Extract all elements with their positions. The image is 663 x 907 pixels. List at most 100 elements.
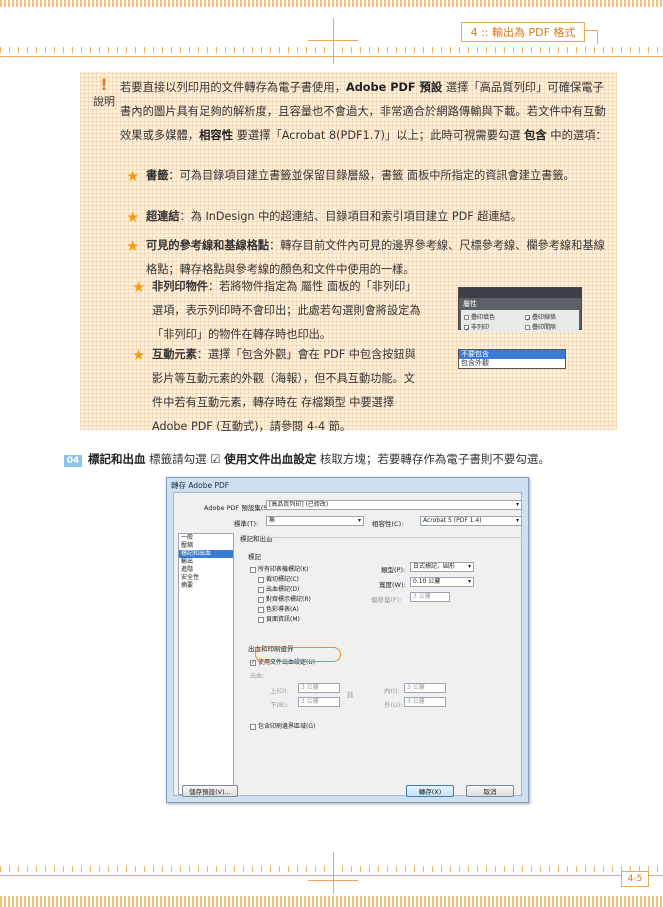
bleed-top-input[interactable]: 3 公釐 (298, 683, 340, 693)
step-instruction: 標記和出血 標籤請勾選 ☑ 使用文件出血設定 核取方塊；若要轉存作為電子書則不要… (88, 451, 550, 467)
offset-label: 偏移量(F): (371, 596, 402, 604)
bleed-label: 出血: (250, 673, 265, 680)
attr-option: ✓非列印 (464, 324, 490, 333)
dropdown-item: 包含外觀 (461, 359, 489, 367)
category-item[interactable]: 輸出 (179, 558, 233, 566)
category-item[interactable]: 摘要 (179, 582, 233, 590)
dropdown-arrow-icon: ▾ (515, 517, 519, 524)
offset-input[interactable]: 3 公釐 (410, 592, 450, 602)
text-run: 中的選項： (546, 129, 607, 142)
attributes-panel-image: 屬性 疊印填色 ✓疊印線條 ✓非列印 疊印間隙 (458, 287, 582, 333)
category-item-selected[interactable]: 標記和出血 (179, 550, 233, 558)
link-icon[interactable]: ⛓ (346, 691, 354, 699)
export-pdf-dialog: 轉存 Adobe PDF Adobe PDF 預設集(S): [高品質列印] (… (166, 477, 529, 803)
preset-label: Adobe PDF 預設集(S): (204, 504, 273, 512)
weight-label: 寬度(W): (379, 581, 406, 589)
dialog-body: Adobe PDF 預設集(S): [高品質列印] (已修改) ▾ 標準(T): … (173, 492, 522, 797)
bullet-title: 非列印物件 (152, 280, 208, 293)
slug-checkbox[interactable]: 包含印刷邊界區域(G) (250, 721, 315, 730)
export-button[interactable]: 轉存(X) (406, 785, 454, 797)
note-icon: ! 說明 (90, 77, 118, 109)
standard-select[interactable]: 無 ▾ (266, 516, 364, 526)
chapter-tab: 4 :: 輸出為 PDF 格式 (461, 22, 585, 42)
ruler-crosshair (308, 40, 358, 41)
bullet-title: 互動元素 (152, 348, 197, 361)
divider (266, 537, 522, 538)
registration-marks-checkbox[interactable]: 對齊標示標記(R) (258, 594, 311, 603)
star-icon: ★ (126, 237, 140, 255)
page-number: 4-5 (621, 871, 649, 887)
marks-title: 標記 (248, 553, 261, 561)
crop-marks-checkbox[interactable]: 裁切標記(C) (258, 574, 299, 583)
bleed-bottom-input[interactable]: 3 公釐 (298, 697, 340, 707)
bullet-title: 書籤 (146, 169, 169, 182)
note-intro-paragraph: 若要直接以列印用的文件轉存為電子書使用，Adobe PDF 預設 選擇「高品質列… (120, 76, 612, 148)
bold-term: 使用文件出血設定 (224, 452, 317, 466)
weight-select[interactable]: 0.10 公釐 ▾ (410, 577, 474, 587)
page-number-text: 4-5 (627, 874, 643, 884)
dropdown-item: 不要包含 (459, 350, 565, 359)
header-corner-mark (584, 30, 598, 44)
note-label: 說明 (93, 95, 115, 108)
bold-term: Adobe PDF 預設 (345, 81, 443, 94)
category-item[interactable]: 壓縮 (179, 542, 233, 550)
bold-term: 標記和出血 (88, 452, 146, 466)
dropdown-arrow-icon: ▾ (467, 563, 471, 570)
bullet-interactive: ★ 互動元素：選擇「包含外觀」會在 PDF 中包含按鈕與影片等互動元素的外觀（海… (132, 343, 422, 439)
bullet-non-printing: ★ 非列印物件：若將物件指定為 屬性 面板的「非列印」選項，表示列印時不會印出；… (132, 275, 422, 347)
bullet-text: ：為 InDesign 中的超連結、目錄項目和索引項目建立 PDF 超連結。 (179, 210, 522, 223)
star-icon: ★ (126, 167, 140, 185)
star-icon: ★ (132, 278, 146, 296)
panel-titlebar (459, 288, 581, 298)
bottom-label: 下(B): (270, 701, 289, 709)
bottom-edge-stripe (0, 896, 663, 907)
save-preset-button[interactable]: 儲存預設(V)... (182, 785, 238, 797)
text-run: 核取方塊；若要轉存作為電子書則不要勾選。 (316, 452, 550, 466)
attr-option: ✓疊印線條 (525, 314, 557, 323)
category-item[interactable]: 進階 (179, 566, 233, 574)
dropdown-arrow-icon: ▾ (515, 501, 519, 508)
attributes-tab: 屬性 (463, 300, 477, 308)
category-list: 一般 壓縮 標記和出血 輸出 進階 安全性 摘要 (178, 533, 234, 795)
all-marks-checkbox[interactable]: 所有印表機標記(K) (250, 564, 309, 573)
chapter-title: 4 :: 輸出為 PDF 格式 (470, 26, 576, 39)
ruler-crosshair (333, 18, 334, 64)
use-bleed-highlight (255, 647, 341, 662)
text-run: 要選擇「Acrobat 8(PDF1.7)」以上；此時可視需要勾選 (233, 129, 525, 142)
standard-label: 標準(T): (234, 520, 259, 528)
preset-select[interactable]: [高品質列印] (已修改) ▾ (266, 500, 522, 510)
ruler-crosshair (308, 880, 358, 881)
bullet-hyperlinks: ★ 超連結：為 InDesign 中的超連結、目錄項目和索引項目建立 PDF 超… (126, 205, 612, 229)
dialog-title: 轉存 Adobe PDF (171, 481, 230, 490)
dropdown-arrow-icon: ▾ (357, 517, 361, 524)
cancel-button[interactable]: 取消 (466, 785, 514, 797)
star-icon: ★ (132, 346, 146, 364)
bullet-bookmarks: ★ 書籤：可為目錄項目建立書籤並保留目錄層級，書籤 面板中所指定的資訊會建立書籤… (126, 164, 612, 188)
top-edge-stripe (0, 0, 663, 7)
bold-term: 相容性 (199, 129, 233, 142)
inside-label: 內(I): (384, 687, 400, 695)
bullet-title: 可見的參考線和基線格點 (146, 239, 270, 252)
attributes-options: 疊印填色 ✓疊印線條 ✓非列印 疊印間隙 (461, 310, 579, 333)
page-info-checkbox[interactable]: 頁面資訊(M) (258, 614, 300, 623)
type-label: 類型(P): (381, 566, 406, 574)
section-title: 標記和出血 (240, 535, 273, 543)
compat-select[interactable]: Acrobat 5 (PDF 1.4) ▾ (420, 516, 522, 526)
outside-label: 外(U): (384, 701, 403, 709)
star-icon: ★ (126, 208, 140, 226)
type-select[interactable]: 日式標記，圓形 ▾ (410, 562, 474, 572)
bullet-title: 超連結 (146, 210, 180, 223)
category-item[interactable]: 一般 (179, 534, 233, 542)
compat-label: 相容性(C): (372, 520, 404, 528)
top-label: 上(O): (270, 687, 289, 695)
color-bars-checkbox[interactable]: 色彩導表(A) (258, 604, 299, 613)
ruler-crosshair (333, 852, 334, 894)
step-number: 04 (64, 455, 82, 467)
exclamation-icon: ! (100, 75, 108, 94)
bleed-outside-input[interactable]: 3 公釐 (404, 697, 446, 707)
bleed-inside-input[interactable]: 3 公釐 (404, 683, 446, 693)
bleed-marks-checkbox[interactable]: 出血標記(D) (258, 584, 299, 593)
bottom-ruler (0, 866, 663, 876)
bullet-text: ：可為目錄項目建立書籤並保留目錄層級，書籤 面板中所指定的資訊會建立書籤。 (168, 169, 575, 182)
category-item[interactable]: 安全性 (179, 574, 233, 582)
